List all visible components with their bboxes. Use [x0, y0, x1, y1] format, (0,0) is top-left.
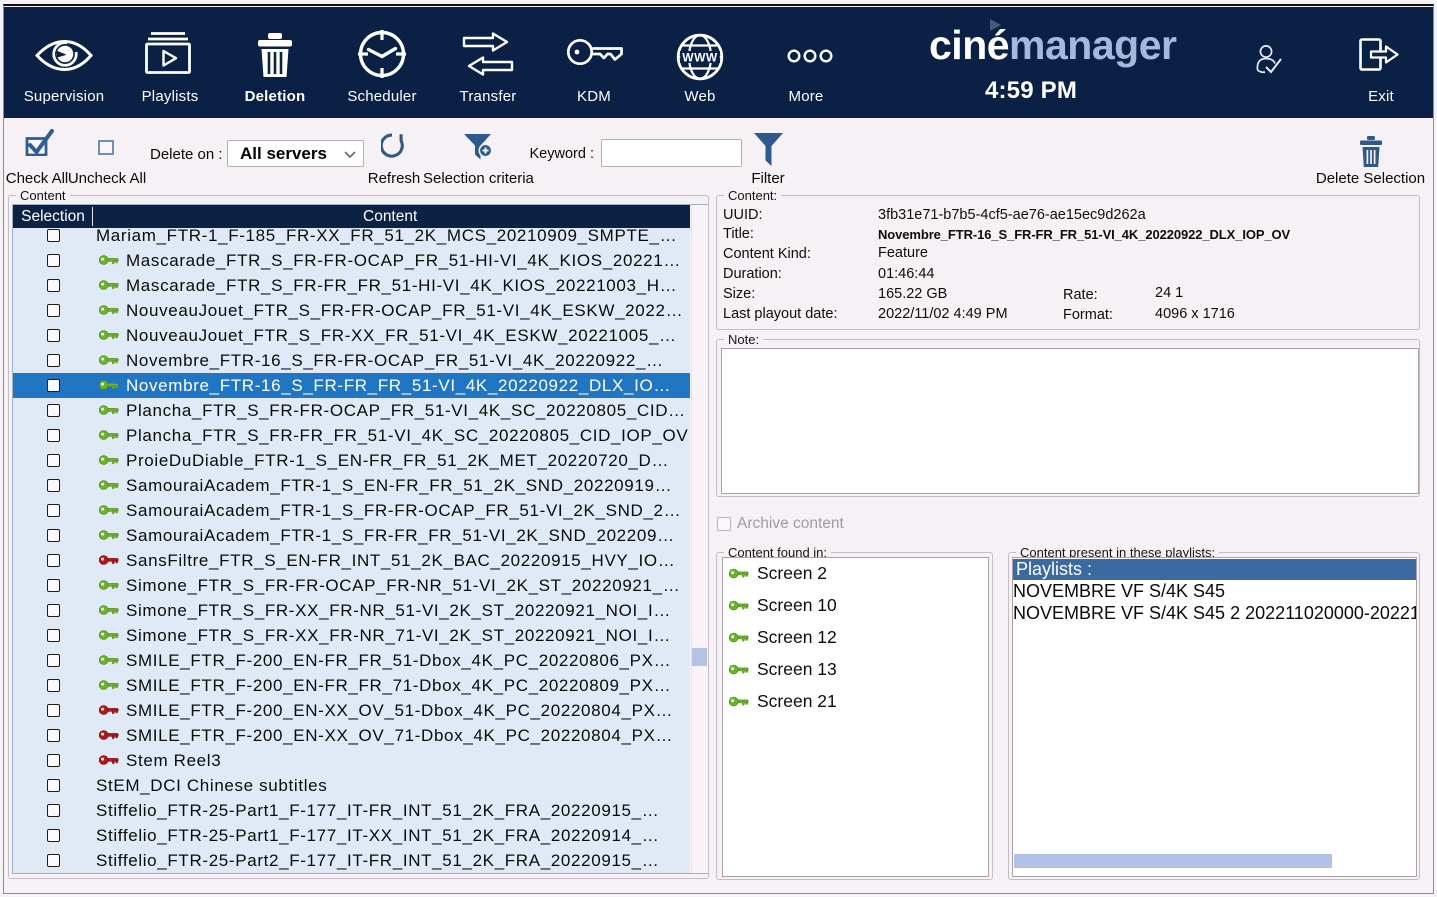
svg-text:WWW: WWW [682, 51, 718, 65]
